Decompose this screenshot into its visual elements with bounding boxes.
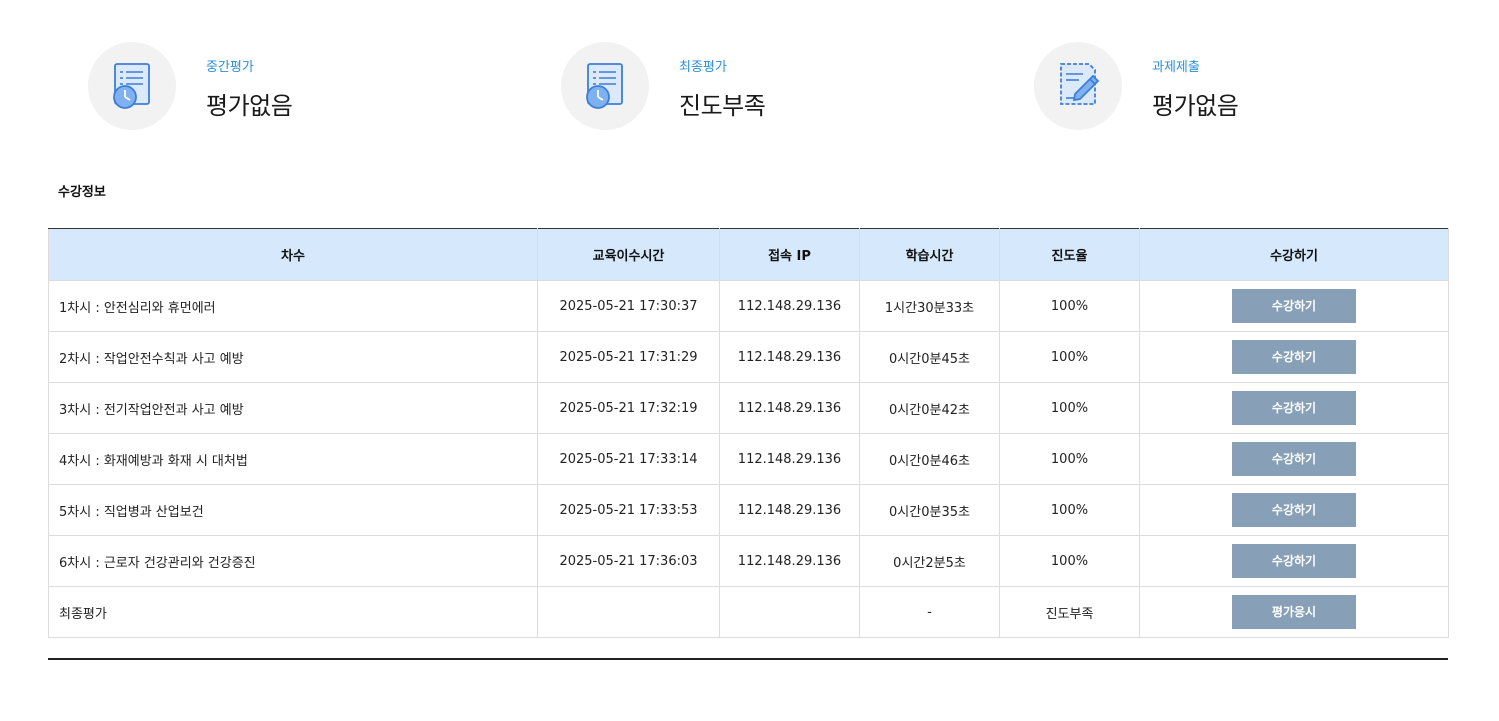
lesson-title: 4차시 : 화재예방과 화재 시 대처법 bbox=[48, 433, 538, 485]
study-time: 0시간0분46초 bbox=[859, 433, 1000, 485]
progress-rate: 100% bbox=[999, 331, 1140, 383]
study-time: 0시간2분5초 bbox=[859, 535, 1000, 587]
access-ip: 112.148.29.136 bbox=[719, 535, 860, 587]
take-course-button[interactable]: 수강하기 bbox=[1232, 493, 1356, 527]
eval-status: 평가없음 bbox=[206, 92, 293, 120]
eval-icon-circle bbox=[561, 42, 649, 130]
column-header: 차수 bbox=[48, 228, 538, 281]
table-row: 6차시 : 근로자 건강관리와 건강증진 2025-05-21 17:36:03… bbox=[48, 535, 1449, 587]
column-header: 교육이수시간 bbox=[537, 228, 720, 281]
course-table: 차수 교육이수시간 접속 IP 학습시간 진도율 수강하기 1차시 : 안전심리… bbox=[48, 228, 1449, 638]
take-course-button[interactable]: 수강하기 bbox=[1232, 544, 1356, 578]
progress-rate: 100% bbox=[999, 484, 1140, 536]
column-header: 학습시간 bbox=[859, 228, 1000, 281]
lesson-title: 6차시 : 근로자 건강관리와 건강증진 bbox=[48, 535, 538, 587]
table-row: 4차시 : 화재예방과 화재 시 대처법 2025-05-21 17:33:14… bbox=[48, 433, 1449, 485]
table-row: 1차시 : 안전심리와 휴먼에러 2025-05-21 17:30:37 112… bbox=[48, 280, 1449, 332]
take-course-button[interactable]: 수강하기 bbox=[1232, 289, 1356, 323]
take-exam-button[interactable]: 평가응시 bbox=[1232, 595, 1356, 629]
completed-at: 2025-05-21 17:36:03 bbox=[537, 535, 720, 587]
eval-label: 중간평가 bbox=[206, 60, 254, 75]
table-row: 2차시 : 작업안전수칙과 사고 예방 2025-05-21 17:31:29 … bbox=[48, 331, 1449, 383]
completed-at: 2025-05-21 17:32:19 bbox=[537, 382, 720, 434]
column-header: 접속 IP bbox=[719, 228, 860, 281]
eval-status: 진도부족 bbox=[679, 92, 766, 120]
assignment-pen-icon bbox=[1060, 63, 1100, 105]
progress-rate: 100% bbox=[999, 433, 1140, 485]
take-course-button[interactable]: 수강하기 bbox=[1232, 391, 1356, 425]
column-header: 진도율 bbox=[999, 228, 1140, 281]
action-cell: 수강하기 bbox=[1139, 535, 1449, 587]
study-time: 0시간0분35초 bbox=[859, 484, 1000, 536]
study-time: 0시간0분45초 bbox=[859, 331, 1000, 383]
action-cell: 수강하기 bbox=[1139, 331, 1449, 383]
action-cell: 수강하기 bbox=[1139, 433, 1449, 485]
completed-at: 2025-05-21 17:31:29 bbox=[537, 331, 720, 383]
lesson-title: 2차시 : 작업안전수칙과 사고 예방 bbox=[48, 331, 538, 383]
access-ip: 112.148.29.136 bbox=[719, 433, 860, 485]
progress-rate: 100% bbox=[999, 535, 1140, 587]
progress-rate: 진도부족 bbox=[999, 586, 1140, 638]
progress-rate: 100% bbox=[999, 280, 1140, 332]
eval-label: 과제제출 bbox=[1152, 60, 1200, 75]
progress-rate: 100% bbox=[999, 382, 1140, 434]
completed-at: 2025-05-21 17:30:37 bbox=[537, 280, 720, 332]
eval-label: 최종평가 bbox=[679, 60, 727, 75]
study-time: 1시간30분33초 bbox=[859, 280, 1000, 332]
action-cell: 수강하기 bbox=[1139, 280, 1449, 332]
eval-icon-circle bbox=[88, 42, 176, 130]
lesson-title: 3차시 : 전기작업안전과 사고 예방 bbox=[48, 382, 538, 434]
access-ip: 112.148.29.136 bbox=[719, 331, 860, 383]
bottom-divider bbox=[48, 658, 1448, 660]
action-cell: 수강하기 bbox=[1139, 382, 1449, 434]
access-ip: 112.148.29.136 bbox=[719, 484, 860, 536]
access-ip: 112.148.29.136 bbox=[719, 382, 860, 434]
action-cell: 수강하기 bbox=[1139, 484, 1449, 536]
table-row: 5차시 : 직업병과 산업보건 2025-05-21 17:33:53 112.… bbox=[48, 484, 1449, 536]
table-row: 최종평가 - 진도부족 평가응시 bbox=[48, 586, 1449, 638]
exam-clock-icon bbox=[586, 63, 623, 109]
action-cell: 평가응시 bbox=[1139, 586, 1449, 638]
lesson-title: 1차시 : 안전심리와 휴먼에러 bbox=[48, 280, 538, 332]
completed-at: 2025-05-21 17:33:14 bbox=[537, 433, 720, 485]
lesson-title: 최종평가 bbox=[48, 586, 538, 638]
study-time: 0시간0분42초 bbox=[859, 382, 1000, 434]
completed-at: 2025-05-21 17:33:53 bbox=[537, 484, 720, 536]
access-ip bbox=[719, 586, 860, 638]
take-course-button[interactable]: 수강하기 bbox=[1232, 340, 1356, 374]
table-row: 3차시 : 전기작업안전과 사고 예방 2025-05-21 17:32:19 … bbox=[48, 382, 1449, 434]
column-header: 수강하기 bbox=[1139, 228, 1449, 281]
eval-icon-circle bbox=[1034, 42, 1122, 130]
study-time: - bbox=[859, 586, 1000, 638]
section-title: 수강정보 bbox=[58, 185, 106, 200]
eval-status: 평가없음 bbox=[1152, 92, 1239, 120]
table-header-row: 차수 교육이수시간 접속 IP 학습시간 진도율 수강하기 bbox=[48, 228, 1449, 281]
completed-at bbox=[537, 586, 720, 638]
lesson-title: 5차시 : 직업병과 산업보건 bbox=[48, 484, 538, 536]
take-course-button[interactable]: 수강하기 bbox=[1232, 442, 1356, 476]
exam-clock-icon bbox=[113, 63, 150, 109]
access-ip: 112.148.29.136 bbox=[719, 280, 860, 332]
